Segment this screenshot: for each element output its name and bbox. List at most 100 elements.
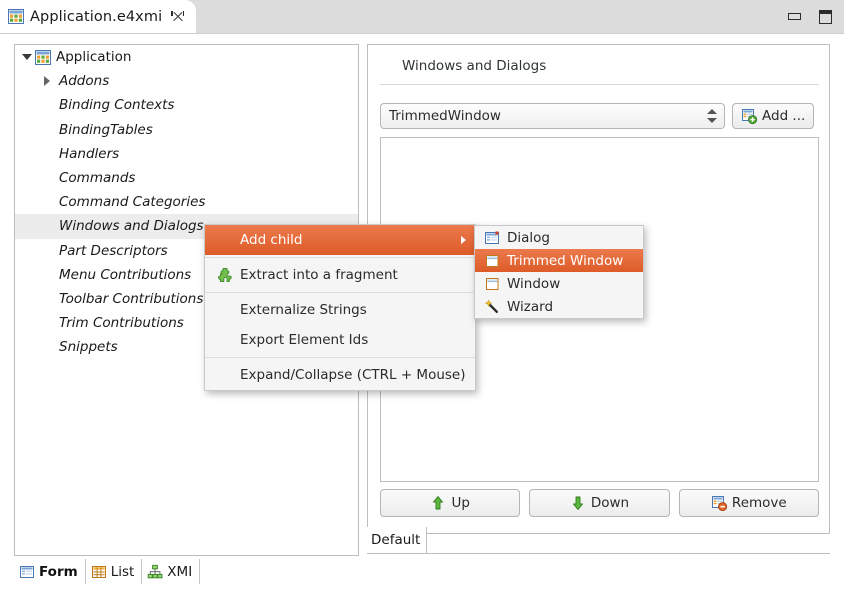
down-button-label: Down (590, 495, 630, 511)
menu-item-export-element-ids-label: Export Element Ids (240, 332, 369, 348)
tree-item-addons[interactable]: Addons (15, 69, 358, 93)
tab-xmi-label: XMI (167, 563, 193, 580)
up-button[interactable]: Up (380, 489, 521, 517)
element-type-combo-value: TrimmedWindow (389, 108, 501, 124)
tree-item-label: Windows and Dialogs (59, 218, 204, 235)
arrow-up-icon (430, 495, 446, 511)
tree-item-label: Commands (59, 170, 136, 187)
menu-item-expand-collapse-label: Expand/Collapse (CTRL + Mouse) (240, 367, 466, 383)
tab-form-label: Form (39, 563, 78, 580)
tree-item-bindingtables[interactable]: BindingTables (15, 118, 358, 142)
chevron-right-icon[interactable] (39, 73, 55, 89)
maximize-icon[interactable] (819, 9, 832, 24)
application-model-icon (8, 9, 24, 24)
application-model-icon (35, 49, 51, 65)
tab-strip-underline (367, 553, 830, 554)
tree-item-label: Trim Contributions (59, 315, 184, 332)
tree-item-label: Snippets (59, 339, 118, 356)
tree-item-label: Addons (59, 73, 110, 90)
submenu-item-wizard[interactable]: Wizard (475, 295, 643, 318)
minimize-icon[interactable] (788, 13, 801, 20)
tree-item-commands[interactable]: Commands (15, 166, 358, 190)
submenu-item-dialog[interactable]: Dialog (475, 226, 643, 249)
wizard-wand-icon (482, 299, 502, 315)
close-icon[interactable] (171, 10, 185, 23)
submenu-item-trimmed-window-label: Trimmed Window (507, 252, 624, 269)
submenu-item-wizard-label: Wizard (507, 298, 554, 315)
xmi-tree-icon (147, 564, 163, 580)
menu-item-externalize-strings[interactable]: Externalize Strings (205, 295, 475, 325)
add-button[interactable]: Add ... (732, 103, 815, 129)
menu-item-add-child-label: Add child (240, 232, 303, 248)
tree-item-label: Handlers (59, 145, 120, 162)
form-title-divider (380, 84, 819, 85)
menu-item-externalize-strings-label: Externalize Strings (240, 302, 367, 318)
list-icon (91, 564, 107, 580)
window-icon (482, 276, 502, 292)
tree-item-label: Binding Contexts (59, 97, 175, 114)
type-selection-row: TrimmedWindow Add ... (380, 103, 815, 129)
tab-xmi[interactable]: XMI (142, 559, 201, 584)
tab-default[interactable]: Default (367, 527, 428, 553)
element-type-combo[interactable]: TrimmedWindow (380, 103, 725, 129)
spinner-arrows-icon[interactable] (706, 107, 718, 125)
tree-item-command-categories[interactable]: Command Categories (15, 190, 358, 214)
add-element-icon (741, 108, 757, 124)
add-child-submenu[interactable]: Dialog Trimmed Window Window Wizard (474, 225, 644, 319)
tree-item-label: Application (56, 49, 132, 66)
puzzle-piece-icon (215, 267, 235, 283)
tab-form[interactable]: Form (14, 559, 86, 584)
default-tab-strip: Default (367, 527, 830, 554)
form-icon (19, 564, 35, 580)
form-title: Windows and Dialogs (402, 58, 547, 74)
tree-item-label: Part Descriptors (59, 242, 168, 259)
editor-tab-application-e4xmi[interactable]: Application.e4xmi (0, 0, 197, 33)
submenu-arrow-icon (461, 236, 466, 244)
arrow-down-icon (570, 495, 586, 511)
tab-default-label: Default (371, 532, 421, 548)
remove-element-icon (711, 495, 727, 511)
editor-page-tabs: Form List XMI (14, 559, 201, 584)
dialog-icon (482, 230, 502, 246)
tree-item-label: BindingTables (59, 121, 153, 138)
submenu-item-dialog-label: Dialog (507, 229, 550, 246)
down-button[interactable]: Down (529, 489, 670, 517)
title-bar: Application.e4xmi (0, 0, 844, 34)
trimmed-window-icon (482, 253, 502, 269)
menu-separator (205, 257, 475, 258)
menu-item-add-child[interactable]: Add child (205, 225, 475, 255)
menu-separator (205, 357, 475, 358)
list-actions-row: Up Down Remove (380, 489, 819, 517)
tree-item-application[interactable]: Application (15, 45, 358, 69)
up-button-label: Up (451, 495, 470, 511)
editor-tab-label: Application.e4xmi (30, 8, 163, 25)
menu-item-extract-into-a-fragment[interactable]: Extract into a fragment (205, 260, 475, 290)
add-button-label: Add ... (762, 108, 806, 124)
submenu-item-window[interactable]: Window (475, 272, 643, 295)
chevron-down-icon[interactable] (19, 49, 35, 65)
menu-item-extract-into-a-fragment-label: Extract into a fragment (240, 267, 398, 283)
tab-list[interactable]: List (86, 559, 143, 584)
tree-context-menu[interactable]: Add child Extract into a fragment External… (204, 224, 476, 391)
submenu-item-trimmed-window[interactable]: Trimmed Window (475, 249, 643, 272)
tree-item-label: Menu Contributions (59, 266, 192, 283)
tree-item-binding-contexts[interactable]: Binding Contexts (15, 93, 358, 117)
remove-button-label: Remove (731, 495, 787, 511)
tree-item-handlers[interactable]: Handlers (15, 142, 358, 166)
tab-list-label: List (110, 563, 135, 580)
remove-button[interactable]: Remove (678, 489, 819, 517)
submenu-item-window-label: Window (507, 275, 561, 292)
menu-item-expand-collapse[interactable]: Expand/Collapse (CTRL + Mouse) (205, 360, 475, 390)
menu-item-export-element-ids[interactable]: Export Element Ids (205, 325, 475, 355)
window-controls (788, 0, 832, 33)
